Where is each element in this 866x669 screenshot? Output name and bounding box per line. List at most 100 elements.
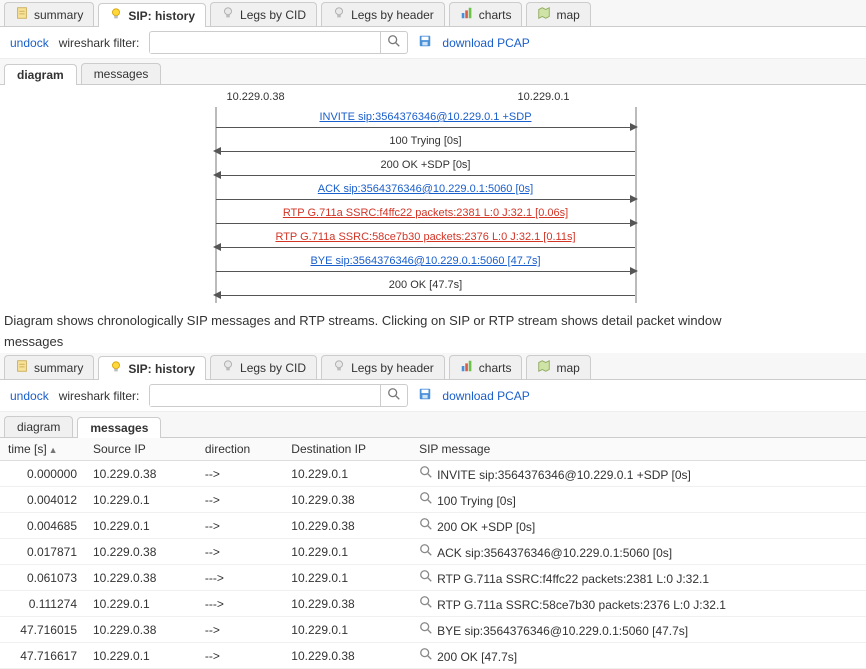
- filter-wrap: [149, 31, 408, 54]
- subtabs-1: diagram messages: [0, 59, 866, 85]
- table-row[interactable]: 47.71601510.229.0.38-->10.229.0.1BYE sip…: [0, 617, 866, 643]
- tab-label: SIP: history: [128, 362, 195, 376]
- tab-legs-cid[interactable]: Legs by CID: [210, 355, 317, 379]
- magnifier-icon[interactable]: [419, 624, 433, 638]
- cell-time: 47.716015: [0, 617, 85, 643]
- table-row[interactable]: 0.00000010.229.0.38-->10.229.0.1INVITE s…: [0, 461, 866, 487]
- map-icon: [537, 359, 551, 376]
- tab-charts[interactable]: charts: [449, 2, 523, 26]
- cell-src: 10.229.0.1: [85, 591, 197, 617]
- magnifier-icon[interactable]: [419, 520, 433, 534]
- download-pcap-link-2[interactable]: download PCAP: [442, 389, 529, 403]
- disk-icon-2[interactable]: [418, 387, 432, 404]
- col-header[interactable]: SIP message: [411, 438, 866, 461]
- tab-legs-header[interactable]: Legs by header: [321, 2, 445, 26]
- seq-message[interactable]: RTP G.711a SSRC:58ce7b30 packets:2376 L:…: [0, 225, 866, 249]
- subtab-diagram-2[interactable]: diagram: [4, 416, 73, 437]
- tab-label: Legs by header: [351, 361, 434, 375]
- cell-msg: RTP G.711a SSRC:f4ffc22 packets:2381 L:0…: [411, 565, 866, 591]
- disk-icon[interactable]: [418, 34, 432, 51]
- magnifier-icon[interactable]: [419, 598, 433, 612]
- tab-map[interactable]: map: [526, 2, 590, 26]
- main-tabbar-2: summary SIP: history Legs by CID Legs by he…: [0, 353, 866, 380]
- seq-message-label[interactable]: RTP G.711a SSRC:f4ffc22 packets:2381 L:0…: [216, 207, 635, 219]
- cell-time: 0.017871: [0, 539, 85, 565]
- tab-sip-history[interactable]: SIP: history: [98, 3, 206, 27]
- tab-label: charts: [479, 8, 512, 22]
- cell-time: 0.004012: [0, 487, 85, 513]
- tab-charts[interactable]: charts: [449, 355, 523, 379]
- cell-src: 10.229.0.38: [85, 617, 197, 643]
- seq-message-label[interactable]: ACK sip:3564376346@10.229.0.1:5060 [0s]: [216, 183, 635, 195]
- col-header[interactable]: Destination IP: [283, 438, 411, 461]
- table-row[interactable]: 0.00468510.229.0.1-->10.229.0.38200 OK +…: [0, 513, 866, 539]
- sort-asc-icon[interactable]: ▲: [49, 445, 58, 455]
- seq-message-label[interactable]: 200 OK +SDP [0s]: [216, 159, 635, 171]
- seq-line: [216, 223, 635, 224]
- seq-line: [216, 271, 635, 272]
- cell-msg: ACK sip:3564376346@10.229.0.1:5060 [0s]: [411, 539, 866, 565]
- seq-message-label[interactable]: RTP G.711a SSRC:58ce7b30 packets:2376 L:…: [216, 231, 635, 243]
- tab-sip-history[interactable]: SIP: history: [98, 356, 206, 380]
- search-icon-2[interactable]: [380, 385, 407, 406]
- tab-label: summary: [34, 8, 83, 22]
- seq-message[interactable]: 100 Trying [0s]: [0, 129, 866, 153]
- seq-message[interactable]: ACK sip:3564376346@10.229.0.1:5060 [0s]: [0, 177, 866, 201]
- col-header[interactable]: direction: [197, 438, 283, 461]
- cell-dst: 10.229.0.1: [283, 461, 411, 487]
- seq-message[interactable]: BYE sip:3564376346@10.229.0.1:5060 [47.7…: [0, 249, 866, 273]
- tab-label: summary: [34, 361, 83, 375]
- toolbar-1: undock wireshark filter: download PCAP: [0, 27, 866, 59]
- seq-message-label[interactable]: INVITE sip:3564376346@10.229.0.1 +SDP: [216, 111, 635, 123]
- seq-message-label[interactable]: 100 Trying [0s]: [216, 135, 635, 147]
- undock-link[interactable]: undock: [10, 36, 49, 50]
- magnifier-icon[interactable]: [419, 546, 433, 560]
- table-row[interactable]: 0.06107310.229.0.38--->10.229.0.1RTP G.7…: [0, 565, 866, 591]
- magnifier-icon[interactable]: [419, 572, 433, 586]
- bulb-off-icon: [221, 359, 235, 376]
- table-row[interactable]: 0.01787110.229.0.38-->10.229.0.1ACK sip:…: [0, 539, 866, 565]
- main-tabbar: summary SIP: historyLegs by CID Legs by he…: [0, 0, 866, 27]
- col-header[interactable]: time [s]▲: [0, 438, 85, 461]
- cell-src: 10.229.0.38: [85, 539, 197, 565]
- cell-src: 10.229.0.1: [85, 513, 197, 539]
- tab-summary[interactable]: summary: [4, 355, 94, 379]
- subtab-messages[interactable]: messages: [81, 63, 162, 84]
- magnifier-icon[interactable]: [419, 468, 433, 482]
- subtab-diagram[interactable]: diagram: [4, 64, 77, 85]
- cell-dir: -->: [197, 539, 283, 565]
- col-header[interactable]: Source IP: [85, 438, 197, 461]
- tab-label: map: [556, 361, 579, 375]
- wireshark-filter-input-2[interactable]: [150, 386, 380, 406]
- cell-dir: --->: [197, 565, 283, 591]
- subtab-messages-2[interactable]: messages: [77, 417, 161, 438]
- magnifier-icon[interactable]: [419, 494, 433, 508]
- seq-line: [216, 295, 635, 296]
- search-icon[interactable]: [380, 32, 407, 53]
- seq-message[interactable]: 200 OK [47.7s]: [0, 273, 866, 297]
- tab-legs-header[interactable]: Legs by header: [321, 355, 445, 379]
- seq-message[interactable]: RTP G.711a SSRC:f4ffc22 packets:2381 L:0…: [0, 201, 866, 225]
- tab-map[interactable]: map: [526, 355, 590, 379]
- table-row[interactable]: 0.00401210.229.0.1-->10.229.0.38100 Tryi…: [0, 487, 866, 513]
- download-pcap-link[interactable]: download PCAP: [442, 36, 529, 50]
- bulb-off-icon: [332, 359, 346, 376]
- tab-label: Legs by CID: [240, 361, 306, 375]
- chart-icon: [460, 359, 474, 376]
- seq-message[interactable]: 200 OK +SDP [0s]: [0, 153, 866, 177]
- cell-dst: 10.229.0.1: [283, 565, 411, 591]
- seq-line: [216, 151, 635, 152]
- tab-summary[interactable]: summary: [4, 2, 94, 26]
- seq-message[interactable]: INVITE sip:3564376346@10.229.0.1 +SDP: [0, 105, 866, 129]
- table-row[interactable]: 47.71661710.229.0.1-->10.229.0.38200 OK …: [0, 643, 866, 669]
- tab-label: Legs by header: [351, 8, 434, 22]
- endpoint-right: 10.229.0.1: [518, 91, 570, 103]
- table-row[interactable]: 0.11127410.229.0.1--->10.229.0.38RTP G.7…: [0, 591, 866, 617]
- wireshark-filter-input[interactable]: [150, 33, 380, 53]
- cell-msg: RTP G.711a SSRC:58ce7b30 packets:2376 L:…: [411, 591, 866, 617]
- tab-legs-cid[interactable]: Legs by CID: [210, 2, 317, 26]
- undock-link-2[interactable]: undock: [10, 389, 49, 403]
- seq-message-label[interactable]: 200 OK [47.7s]: [216, 279, 635, 291]
- seq-message-label[interactable]: BYE sip:3564376346@10.229.0.1:5060 [47.7…: [216, 255, 635, 267]
- magnifier-icon[interactable]: [419, 650, 433, 664]
